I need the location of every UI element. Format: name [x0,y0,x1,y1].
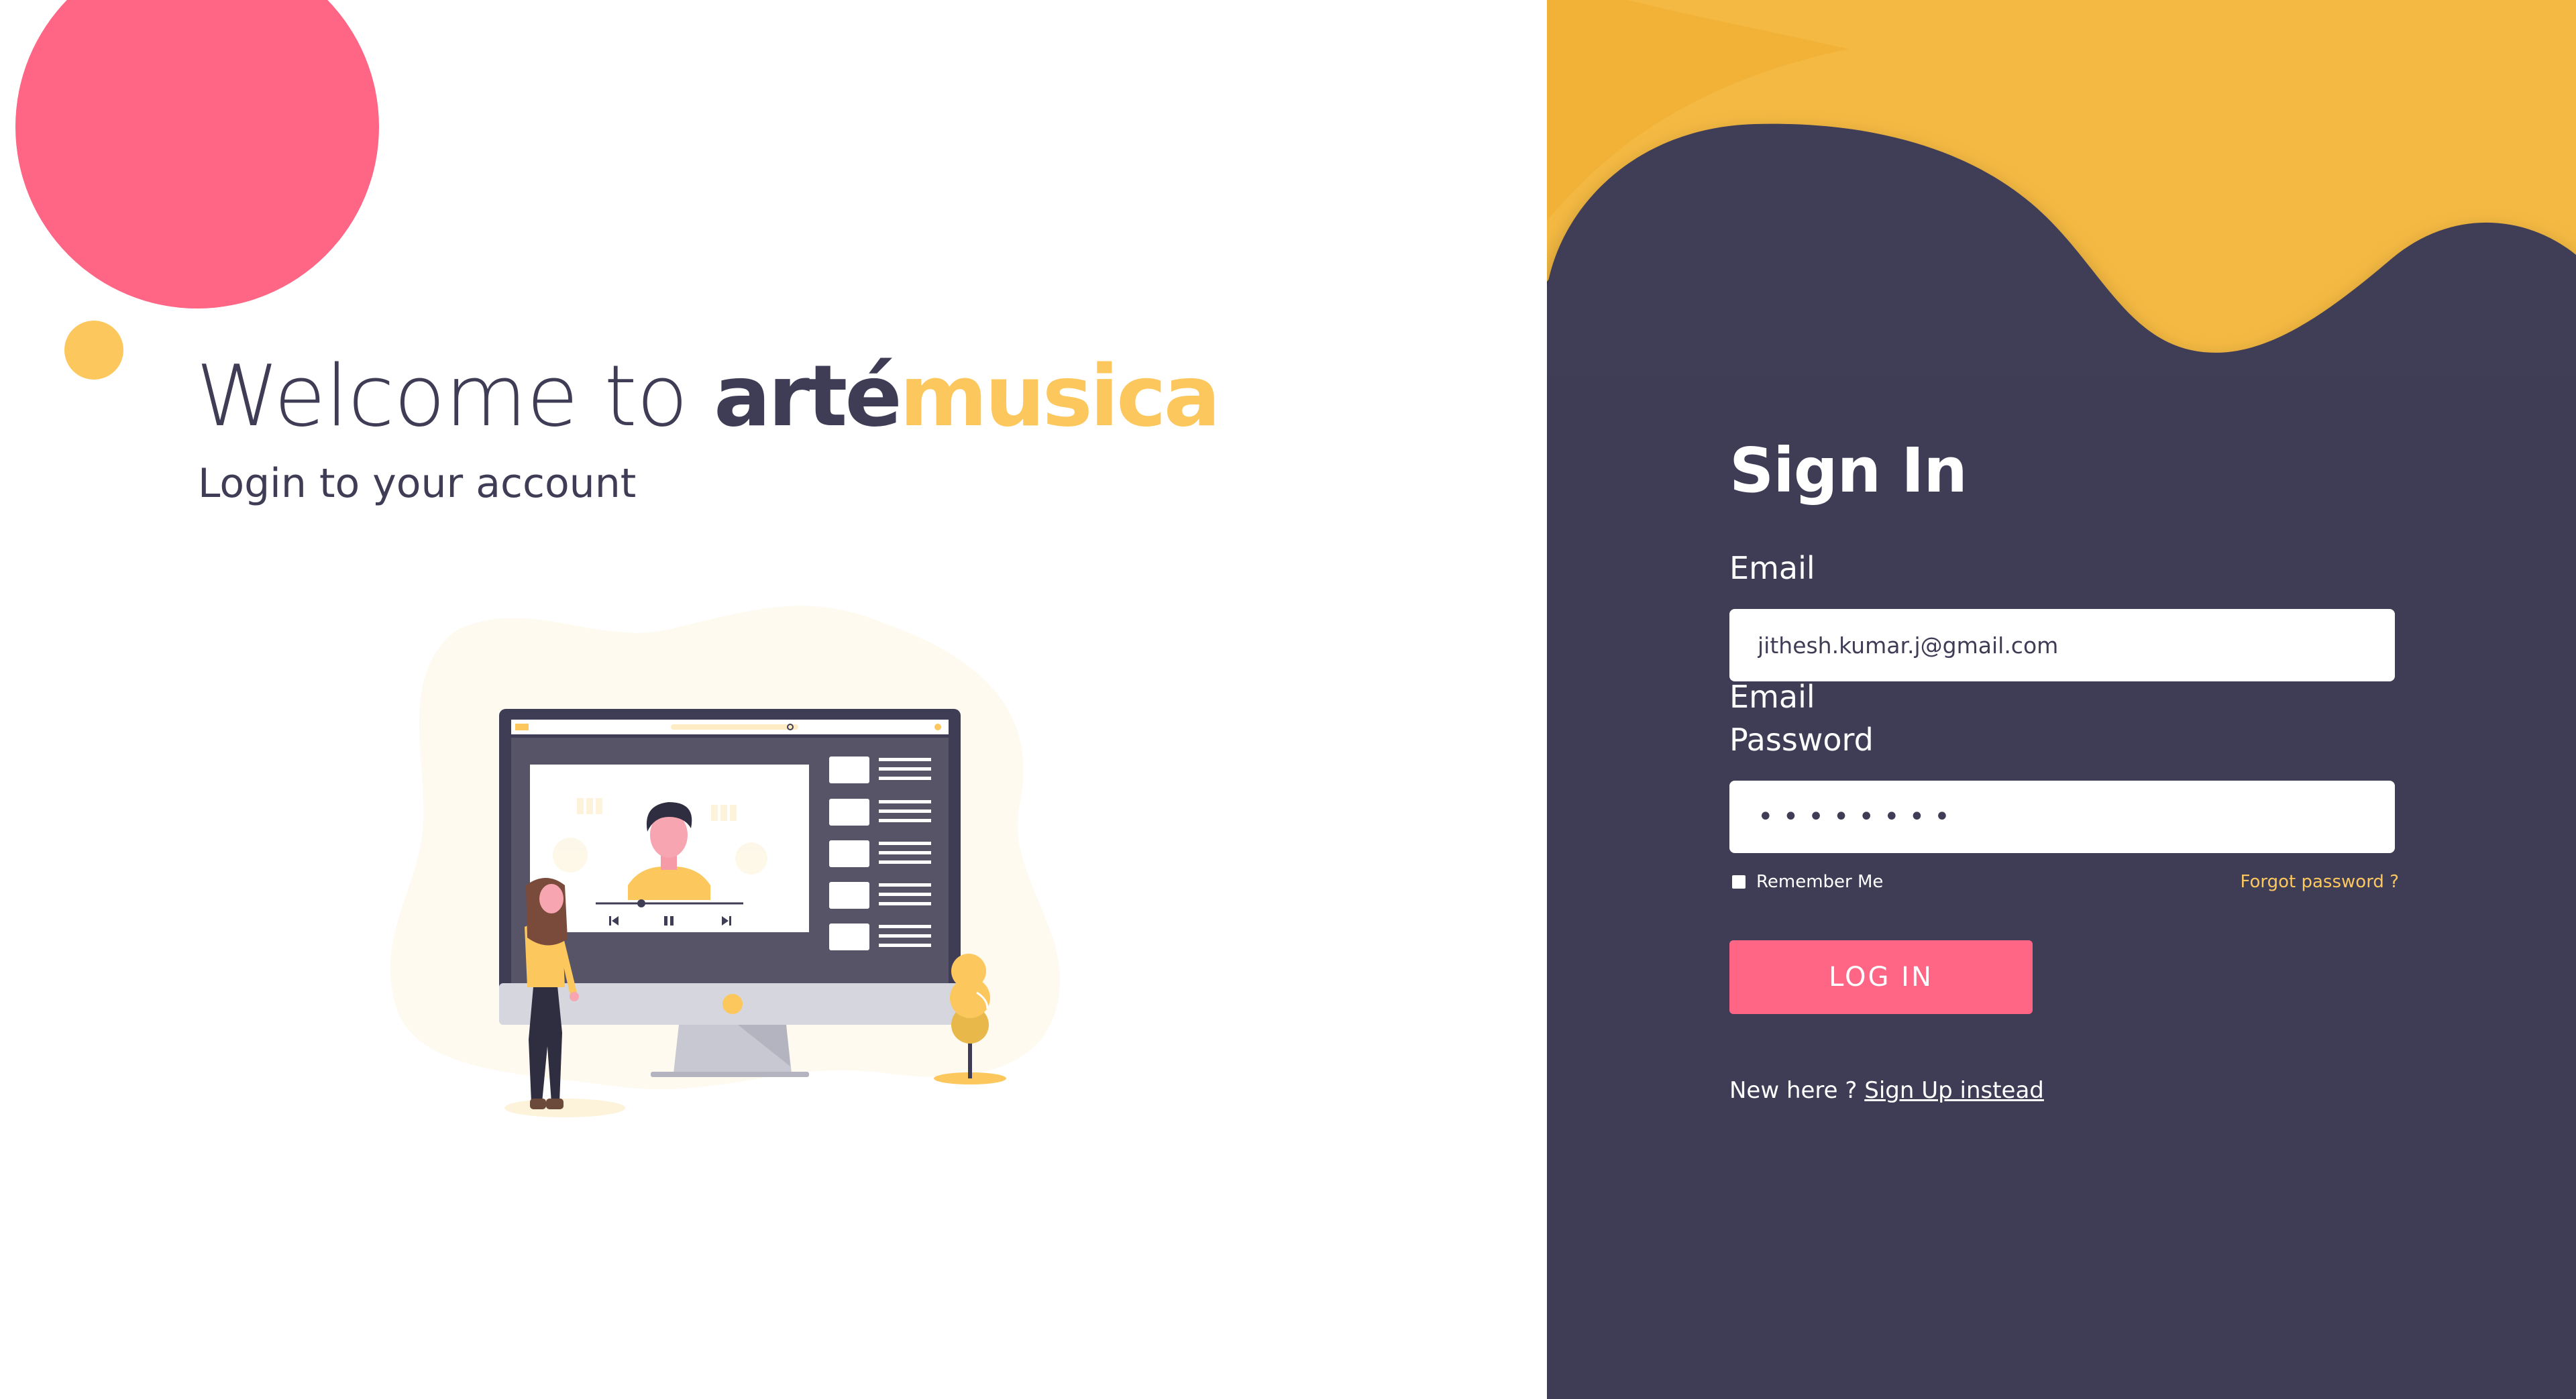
brand-name-part2: musica [899,347,1221,445]
password-field[interactable] [1729,781,2395,853]
email-field[interactable] [1729,609,2395,681]
welcome-heading: Welcome to artémusica [196,354,1221,439]
remember-me-label: Remember Me [1756,872,1884,892]
remember-me-row[interactable]: Remember Me [1732,872,1883,892]
email-helper-label: Email [1729,679,1815,715]
signin-panel: Sign In Email Email Password Remember Me… [1547,0,2576,1399]
forgot-password-link[interactable]: Forgot password ? [2240,872,2399,892]
new-here-text: New here ? [1729,1077,1865,1104]
page-subtitle: Login to your account [198,460,637,507]
decorative-yellow-dot [64,321,123,380]
music-video-illustration [390,606,1060,1117]
remember-me-checkbox[interactable] [1732,875,1746,889]
signup-link[interactable]: Sign Up instead [1864,1077,2044,1104]
signup-prompt: New here ? Sign Up instead [1729,1077,2044,1104]
welcome-panel: Welcome to artémusica Login to your acco… [0,0,1547,1399]
login-button[interactable]: LOG IN [1729,940,2033,1014]
welcome-prefix: Welcome to [196,347,714,445]
decorative-pink-circle [15,0,379,309]
signin-title: Sign In [1729,435,1968,506]
brand-name-part1: arté [713,347,902,445]
decorative-waves [1547,0,2576,376]
password-label: Password [1729,722,1874,758]
email-label: Email [1729,550,1815,586]
